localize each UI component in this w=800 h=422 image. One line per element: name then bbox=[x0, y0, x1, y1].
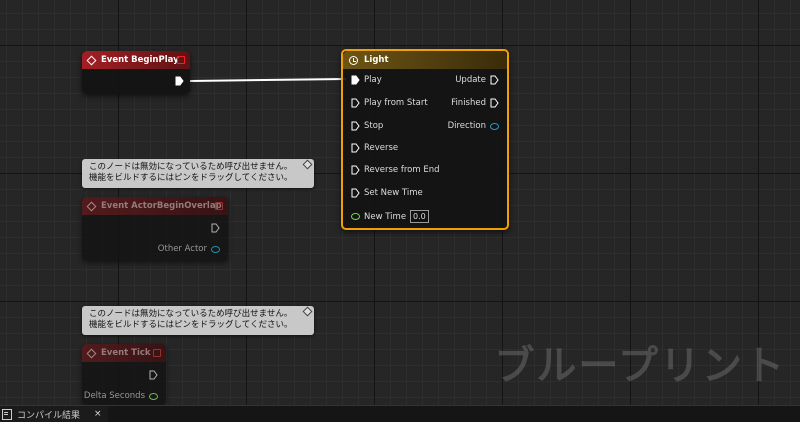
event-beginplay-header: Event BeginPlay bbox=[82, 51, 190, 69]
event-tick-header: Event Tick bbox=[82, 344, 166, 362]
light-timeline-node[interactable]: Light Play Play from Start Stop Reverse … bbox=[341, 49, 509, 230]
new-time-value-field[interactable]: 0.0 bbox=[410, 210, 429, 223]
pin-update-label: Update bbox=[455, 75, 486, 85]
pin-direction[interactable]: Direction bbox=[448, 121, 499, 131]
beginplay-exec-out[interactable] bbox=[175, 76, 184, 86]
pin-icon[interactable] bbox=[302, 159, 313, 170]
comment-text: このノードは無効になっているため呼び出せません。 機能をビルドするにはピンをドラ… bbox=[89, 309, 293, 330]
pin-direction-label: Direction bbox=[447, 121, 486, 131]
close-icon[interactable]: × bbox=[94, 409, 102, 419]
comment-text: このノードは無効になっているため呼び出せません。 機能をビルドするにはピンをドラ… bbox=[89, 162, 293, 183]
exec-out-pin-icon[interactable] bbox=[175, 76, 184, 86]
exec-in-pin-icon[interactable] bbox=[351, 75, 360, 85]
event-actorbeginoverlap-node[interactable]: Event ActorBeginOverlap Other Actor bbox=[82, 197, 228, 261]
float-pin-icon[interactable] bbox=[149, 392, 158, 400]
exec-in-pin-icon[interactable] bbox=[351, 165, 360, 175]
tab-compile-results[interactable]: コンパイル結果 × bbox=[0, 406, 108, 422]
pin-play-from-start-label: Play from Start bbox=[364, 98, 428, 108]
pin-play-from-start[interactable]: Play from Start bbox=[351, 98, 428, 108]
pin-delta-seconds-label: Delta Seconds bbox=[83, 391, 145, 401]
disabled-node-comment: このノードは無効になっているため呼び出せません。 機能をビルドするにはピンをドラ… bbox=[82, 159, 314, 188]
tab-compile-results-label: コンパイル結果 bbox=[17, 410, 81, 421]
pin-play-label: Play bbox=[364, 75, 382, 85]
event-beginplay-title: Event BeginPlay bbox=[101, 55, 179, 65]
light-timeline-title: Light bbox=[364, 55, 389, 65]
pin-new-time[interactable]: New Time 0.0 bbox=[351, 210, 429, 223]
pin-set-new-time-label: Set New Time bbox=[364, 188, 423, 198]
object-pin-icon[interactable] bbox=[211, 245, 220, 253]
exec-out-pin-icon[interactable] bbox=[211, 223, 220, 233]
event-diamond-icon bbox=[86, 201, 97, 211]
exec-in-pin-icon[interactable] bbox=[351, 143, 360, 153]
pin-other-actor-label: Other Actor bbox=[157, 244, 207, 254]
pin-stop-label: Stop bbox=[364, 121, 384, 131]
pin-set-new-time[interactable]: Set New Time bbox=[351, 188, 423, 198]
event-diamond-icon bbox=[86, 55, 97, 65]
pin-play[interactable]: Play bbox=[351, 75, 382, 85]
event-actorbeginoverlap-title: Event ActorBeginOverlap bbox=[101, 201, 222, 211]
stop-icon bbox=[177, 56, 185, 64]
pin-finished-label: Finished bbox=[451, 98, 486, 108]
document-icon bbox=[2, 408, 12, 420]
exec-out-pin-icon[interactable] bbox=[149, 370, 158, 380]
pin-finished[interactable]: Finished bbox=[451, 98, 499, 108]
pin-new-time-label: New Time bbox=[364, 211, 407, 222]
exec-out-pin-icon[interactable] bbox=[490, 98, 499, 108]
exec-in-pin-icon[interactable] bbox=[351, 188, 360, 198]
event-tick-node[interactable]: Event Tick Delta Seconds bbox=[82, 344, 166, 405]
stop-icon bbox=[215, 202, 223, 210]
event-tick-title: Event Tick bbox=[101, 348, 151, 358]
event-actorbeginoverlap-header: Event ActorBeginOverlap bbox=[82, 197, 228, 215]
exec-in-pin-icon[interactable] bbox=[351, 98, 360, 108]
pin-delta-seconds[interactable]: Delta Seconds bbox=[84, 391, 158, 401]
enum-pin-icon[interactable] bbox=[490, 122, 499, 130]
event-beginplay-node[interactable]: Event BeginPlay bbox=[82, 51, 190, 94]
light-timeline-header: Light bbox=[343, 51, 507, 69]
clock-icon bbox=[349, 55, 358, 65]
exec-out-pin-icon[interactable] bbox=[490, 75, 499, 85]
stop-icon bbox=[153, 349, 161, 357]
bottom-tab-bar: コンパイル結果 × bbox=[0, 405, 800, 422]
tick-exec-out[interactable] bbox=[149, 370, 158, 380]
float-pin-icon[interactable] bbox=[351, 213, 360, 220]
pin-other-actor[interactable]: Other Actor bbox=[158, 244, 220, 254]
disabled-node-comment: このノードは無効になっているため呼び出せません。 機能をビルドするにはピンをドラ… bbox=[82, 306, 314, 335]
exec-in-pin-icon[interactable] bbox=[351, 121, 360, 131]
overlap-exec-out[interactable] bbox=[211, 223, 220, 233]
pin-reverse-from-end-label: Reverse from End bbox=[364, 165, 440, 175]
pin-stop[interactable]: Stop bbox=[351, 121, 383, 131]
blueprint-watermark: ブループリント bbox=[494, 343, 786, 389]
pin-reverse-label: Reverse bbox=[364, 143, 399, 153]
pin-update[interactable]: Update bbox=[455, 75, 499, 85]
blueprint-graph[interactable]: Event BeginPlay Light Play Play from Sta… bbox=[0, 0, 800, 405]
pin-reverse-from-end[interactable]: Reverse from End bbox=[351, 165, 440, 175]
pin-reverse[interactable]: Reverse bbox=[351, 143, 398, 153]
event-diamond-icon bbox=[86, 348, 97, 358]
pin-icon[interactable] bbox=[302, 306, 313, 317]
